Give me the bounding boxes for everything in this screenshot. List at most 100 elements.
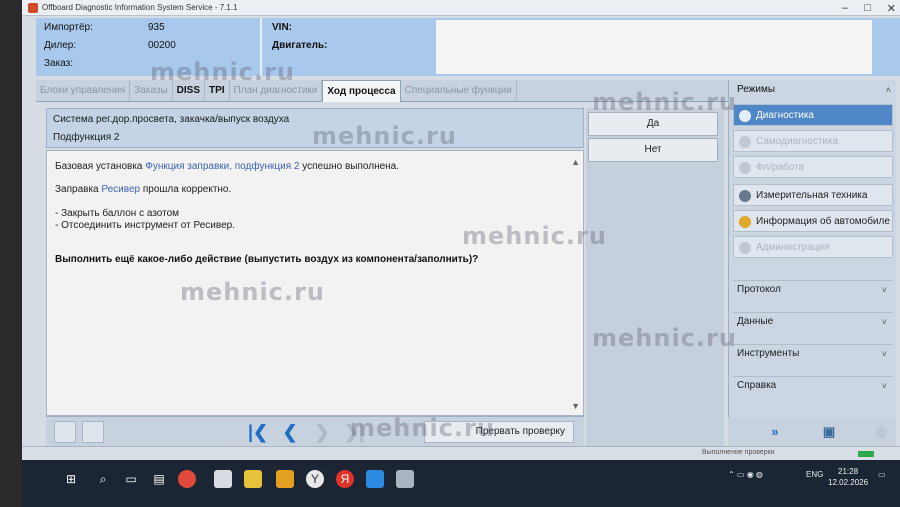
engine-label: Двигатель:: [272, 40, 328, 51]
message-text: прошла корректно.: [140, 184, 232, 195]
modes-header: Режимы ˄: [729, 82, 897, 98]
help-icon[interactable]: ◎: [870, 421, 892, 443]
app-icon-4[interactable]: [366, 470, 384, 488]
notification-icon[interactable]: ▭: [878, 470, 886, 479]
yes-button[interactable]: Да: [588, 112, 718, 136]
vin-label: VIN:: [272, 22, 292, 33]
grid-icon[interactable]: ▣: [818, 421, 840, 443]
chevron-down-icon: ˅: [881, 349, 887, 359]
app-icon-5[interactable]: [396, 470, 414, 488]
message-panel: Базовая установка Функция заправки, подф…: [46, 150, 584, 416]
chevron-down-icon: ˅: [881, 317, 887, 327]
message-line-4: - Отсоединить инструмент от Ресивер.: [55, 220, 235, 231]
tab-diss[interactable]: DISS: [173, 80, 206, 102]
tab-process[interactable]: Ход процесса: [322, 80, 401, 102]
language-indicator[interactable]: ENG: [806, 470, 823, 479]
yandex-browser-icon[interactable]: Y: [306, 470, 324, 488]
clock-time: 21:28: [838, 467, 859, 476]
sidebar-item-measurement[interactable]: Измерительная техника: [733, 184, 893, 206]
tab-special-functions[interactable]: Специальные функции: [401, 80, 517, 102]
section-label: Справка: [737, 380, 777, 391]
app-icon-3[interactable]: [276, 470, 294, 488]
message-line-1: Базовая установка Функция заправки, подф…: [55, 161, 399, 172]
admin-icon: [739, 242, 751, 254]
order-label: Заказ:: [44, 58, 74, 69]
search-icon[interactable]: ⌕: [94, 470, 112, 488]
app-icon-2[interactable]: [244, 470, 262, 488]
sidebar-item-label: Администрация: [756, 242, 830, 253]
answer-column: Да Нет: [586, 108, 724, 446]
window-controls: – □ ✕: [842, 2, 896, 15]
no-button[interactable]: Нет: [588, 138, 718, 162]
tab-bar: Блоки управления Заказы DISS TPI План ди…: [36, 80, 730, 102]
dealer-info: Импортёр: 935 Дилер: 00200 Заказ:: [36, 18, 262, 76]
forward-icon[interactable]: »: [764, 421, 786, 443]
sidebar-item-vehicle-info[interactable]: Информация об автомобиле: [733, 210, 893, 232]
clock[interactable]: 21:28 12.02.2026: [828, 466, 868, 488]
tab-orders[interactable]: Заказы: [130, 80, 173, 102]
importer-value: 935: [148, 22, 165, 33]
explorer-icon[interactable]: ▤: [150, 470, 168, 488]
task-view-icon[interactable]: ▭: [122, 470, 140, 488]
sidebar-item-label: Информация об автомобиле: [756, 216, 890, 227]
tab-diagnostic-plan[interactable]: План диагностики: [230, 80, 323, 102]
message-line-2: Заправка Ресивер прошла корректно.: [55, 184, 231, 195]
previous-step-icon[interactable]: ❮: [278, 420, 302, 444]
windows-taskbar: ⊞ ⌕ ▭ ▤ Y Я ⌃ ▭ ◉ ◍ ENG 21:28 12.02.2026…: [22, 460, 900, 507]
document-icon[interactable]: [54, 421, 76, 443]
chevron-down-icon: ˅: [881, 381, 887, 391]
message-text: Базовая установка: [55, 161, 146, 172]
close-icon[interactable]: ✕: [887, 2, 896, 15]
last-step-icon[interactable]: ❯|: [342, 420, 366, 444]
section-data[interactable]: Данные ˅: [733, 312, 893, 330]
print-icon[interactable]: [82, 421, 104, 443]
section-protocol[interactable]: Протокол ˅: [733, 280, 893, 298]
status-bar: Выполнение проверки: [22, 446, 900, 460]
odis-icon[interactable]: [214, 470, 232, 488]
section-help[interactable]: Справка ˅: [733, 376, 893, 394]
next-step-icon[interactable]: ❯: [310, 420, 334, 444]
chevron-up-icon[interactable]: ˄: [886, 82, 891, 98]
stethoscope-icon: [739, 110, 751, 122]
screen: Offboard Diagnostic Information System S…: [22, 0, 900, 507]
message-line-3: - Закрыть баллон с азотом: [55, 208, 180, 219]
abort-check-button[interactable]: Прервать проверку: [424, 421, 574, 443]
yandex-icon[interactable]: Я: [336, 470, 354, 488]
minimize-icon[interactable]: –: [842, 2, 848, 15]
first-step-icon[interactable]: |❮: [246, 420, 270, 444]
gear-icon: [739, 136, 751, 148]
message-text: успешно выполнена.: [299, 161, 400, 172]
modes-title: Режимы: [737, 84, 776, 95]
start-icon[interactable]: ⊞: [62, 470, 80, 488]
scroll-down-icon[interactable]: ▼: [571, 401, 580, 411]
section-label: Протокол: [737, 284, 781, 295]
receiver-link[interactable]: Ресивер: [101, 184, 140, 195]
sidebar-item-flash[interactable]: Фл/работа: [733, 156, 893, 178]
tab-control-units[interactable]: Блоки управления: [36, 80, 131, 102]
flash-icon: [739, 162, 751, 174]
tab-tpi[interactable]: TPI: [205, 80, 230, 102]
chrome-icon[interactable]: [178, 470, 196, 488]
vehicle-info: VIN: Двигатель:: [264, 18, 444, 76]
sidebar-item-diagnostics[interactable]: Диагностика: [733, 104, 893, 126]
sidebar-item-admin[interactable]: Администрация: [733, 236, 893, 258]
scroll-up-icon[interactable]: ▲: [571, 157, 580, 167]
section-tools[interactable]: Инструменты ˅: [733, 344, 893, 362]
vehicle-header: Импортёр: 935 Дилер: 00200 Заказ: VIN: Д…: [36, 18, 900, 76]
dealer-label: Дилер:: [44, 40, 77, 51]
chevron-down-icon: ˅: [881, 285, 887, 295]
system-info: Система рег.дор.просвета, закачка/выпуск…: [46, 108, 584, 148]
section-label: Данные: [737, 316, 774, 327]
redacted-area: [436, 20, 872, 74]
question-text: Выполнить ещё какое-либо действие (выпус…: [55, 254, 479, 265]
maximize-icon[interactable]: □: [864, 2, 871, 15]
sidebar-item-label: Диагностика: [756, 110, 814, 121]
clock-date: 12.02.2026: [828, 478, 869, 487]
bottom-toolbar: |❮ ❮ ❯ ❯| Прервать проверку: [46, 416, 584, 446]
dealer-value: 00200: [148, 40, 176, 51]
importer-label: Импортёр:: [44, 22, 93, 33]
tray-icons[interactable]: ⌃ ▭ ◉ ◍: [728, 470, 763, 479]
title-bar: Offboard Diagnostic Information System S…: [22, 0, 900, 16]
function-link[interactable]: Функция заправки, подфункция 2: [145, 161, 299, 172]
sidebar-item-self-diagnostics[interactable]: Самодиагностика: [733, 130, 893, 152]
